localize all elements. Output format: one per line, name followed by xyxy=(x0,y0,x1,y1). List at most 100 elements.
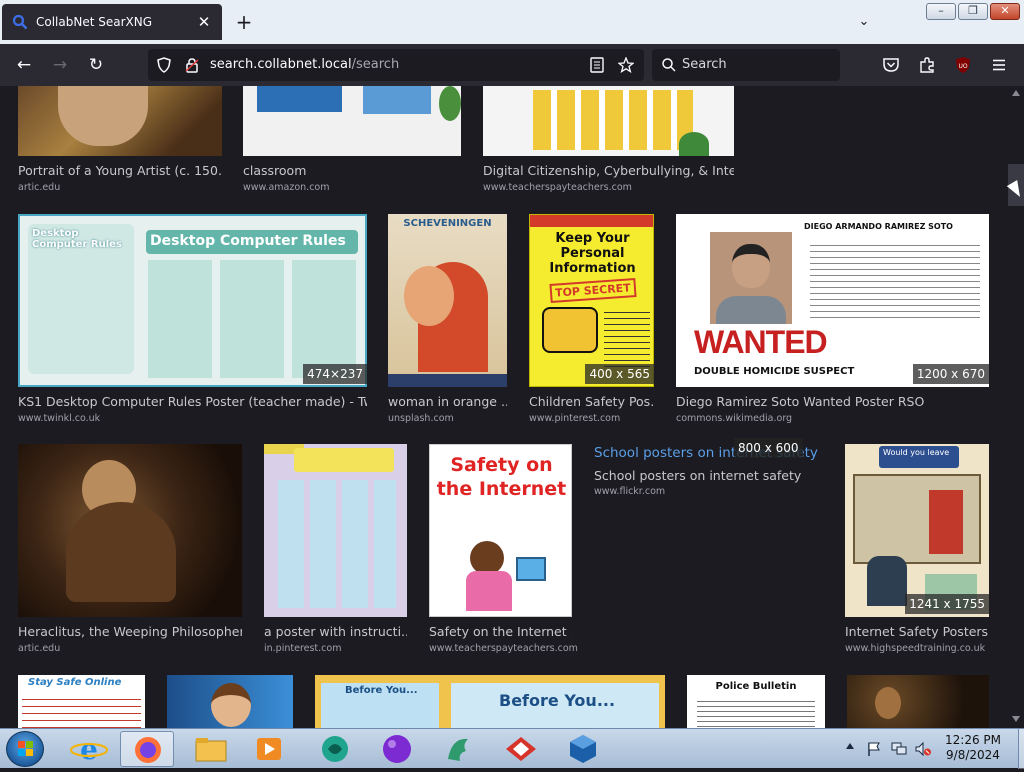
search-input[interactable]: Search xyxy=(652,49,840,81)
reload-icon[interactable]: ↻ xyxy=(84,53,108,77)
pocket-icon[interactable] xyxy=(882,56,900,74)
ublock-origin-icon[interactable]: UO xyxy=(954,56,972,74)
image-result[interactable] xyxy=(847,675,989,728)
url-text[interactable]: search.collabnet.local/search xyxy=(210,57,399,72)
scroll-down-arrow-icon[interactable] xyxy=(1012,716,1020,722)
maximize-button[interactable]: ❐ xyxy=(958,3,988,20)
result-thumbnail[interactable]: Police Bulletin xyxy=(687,675,825,728)
image-result[interactable]: SCHEVENINGEN woman in orange ... unsplas… xyxy=(388,214,507,426)
image-result[interactable]: Digital Citizenship, Cyberbullying, & In… xyxy=(483,86,734,196)
image-dimensions-badge: 800 x 600 xyxy=(734,438,803,458)
result-thumbnail[interactable]: Stay Safe Online xyxy=(18,675,145,728)
result-title[interactable]: School posters on internet safety xyxy=(594,468,814,483)
result-thumbnail[interactable] xyxy=(264,444,407,617)
result-title[interactable]: a poster with instructi... xyxy=(264,624,407,639)
image-result[interactable]: DIEGO ARMANDO RAMIREZ SOTO WANTED DOUBLE… xyxy=(676,214,989,426)
image-result[interactable]: Desktop Computer Rules Desktop Computer … xyxy=(18,214,367,426)
scroll-up-arrow-icon[interactable] xyxy=(1012,90,1020,96)
image-result[interactable]: Police Bulletin xyxy=(687,675,825,728)
image-result[interactable]: School posters on internet safety 800 x … xyxy=(594,438,818,656)
result-thumbnail[interactable]: Desktop Computer Rules Desktop Computer … xyxy=(18,214,367,387)
result-thumbnail[interactable]: Keep Your Personal Information TOP SECRE… xyxy=(529,214,654,387)
thumbnail-banner: Desktop Computer Rules xyxy=(150,233,346,249)
extensions-puzzle-icon[interactable] xyxy=(918,56,936,74)
internet-explorer-taskbar-button[interactable]: e xyxy=(62,731,116,767)
image-result[interactable]: Would you leave 1241 x 1755 Internet Saf… xyxy=(845,444,989,656)
svg-text:e: e xyxy=(80,733,98,766)
result-thumbnail[interactable] xyxy=(243,86,461,156)
result-title[interactable]: Diego Ramirez Soto Wanted Poster RSO xyxy=(676,394,989,409)
show-desktop-button[interactable] xyxy=(1018,729,1024,769)
window-close-button[interactable]: ✕ xyxy=(990,3,1020,20)
image-dimensions-badge: 474×237 xyxy=(303,364,367,384)
virtualbox-taskbar-button[interactable] xyxy=(556,731,610,767)
close-tab-icon[interactable]: ✕ xyxy=(192,13,216,31)
url-path: /search xyxy=(351,57,400,72)
insecure-lock-icon[interactable] xyxy=(184,57,200,73)
back-arrow-icon[interactable]: ← xyxy=(12,53,36,77)
image-results-grid: Portrait of a Young Artist (c. 150... ar… xyxy=(0,86,1008,728)
windows-taskbar: e 12:26 PM 9/8/2024 xyxy=(0,728,1024,769)
result-title[interactable]: Heraclitus, the Weeping Philosopher... xyxy=(18,624,242,639)
purple-app-taskbar-button[interactable] xyxy=(370,731,424,767)
result-title[interactable]: Portrait of a Young Artist (c. 150... xyxy=(18,163,222,178)
browser-tab[interactable]: CollabNet SearXNG ✕ xyxy=(2,4,222,40)
image-result[interactable]: Before You... Before You... xyxy=(315,675,665,728)
file-explorer-taskbar-button[interactable] xyxy=(184,731,238,767)
result-title[interactable]: woman in orange ... xyxy=(388,394,507,409)
file-explorer-icon xyxy=(195,738,227,762)
image-result[interactable]: Portrait of a Young Artist (c. 150... ar… xyxy=(18,86,222,196)
image-result[interactable]: Safety on the Internet Safety on the Int… xyxy=(429,444,578,656)
result-url: www.pinterest.com xyxy=(529,413,621,424)
result-title[interactable]: Digital Citizenship, Cyberbullying, & In… xyxy=(483,163,734,178)
image-result[interactable]: a poster with instructi... in.pinterest.… xyxy=(264,444,407,656)
action-center-flag-icon[interactable] xyxy=(866,741,882,757)
result-thumbnail[interactable]: Would you leave xyxy=(845,444,989,617)
show-hidden-icons-arrow-icon[interactable] xyxy=(846,743,854,749)
thumbnail-heading: Stay Safe Online xyxy=(28,677,122,688)
result-thumbnail[interactable]: Before You... Before You... xyxy=(315,675,665,728)
media-player-taskbar-button[interactable] xyxy=(242,731,296,767)
searxng-favicon-icon xyxy=(12,14,28,30)
firefox-taskbar-button[interactable] xyxy=(120,731,174,767)
result-title[interactable]: Safety on the Internet ... xyxy=(429,624,572,639)
new-tab-button[interactable]: + xyxy=(232,10,256,34)
minimize-button[interactable]: – xyxy=(926,3,956,20)
image-result[interactable]: Keep Your Personal Information TOP SECRE… xyxy=(529,214,654,426)
result-url: www.twinkl.co.uk xyxy=(18,413,101,424)
result-thumbnail[interactable] xyxy=(847,675,989,728)
result-title[interactable]: KS1 Desktop Computer Rules Poster (teach… xyxy=(18,394,367,409)
media-player-icon xyxy=(257,738,281,760)
result-title[interactable]: classroom xyxy=(243,163,461,178)
result-title[interactable]: Children Safety Pos... xyxy=(529,394,654,409)
list-all-tabs-chevron-icon[interactable]: ⌄ xyxy=(852,10,876,34)
forward-arrow-icon[interactable]: → xyxy=(48,53,72,77)
bookmark-star-icon[interactable] xyxy=(618,57,634,73)
result-url: www.teacherspayteachers.com xyxy=(483,182,632,193)
image-dimensions-badge: 1241 x 1755 xyxy=(905,594,989,614)
image-result[interactable]: Heraclitus, the Weeping Philosopher... a… xyxy=(18,444,242,656)
red-app-taskbar-button[interactable] xyxy=(494,731,548,767)
system-clock[interactable]: 12:26 PM 9/8/2024 xyxy=(928,733,1018,763)
reader-view-icon[interactable] xyxy=(590,57,604,73)
result-thumbnail[interactable]: Safety on the Internet xyxy=(429,444,572,617)
green-app-taskbar-button[interactable] xyxy=(308,731,362,767)
image-result[interactable]: classroom www.amazon.com xyxy=(243,86,461,196)
hamburger-menu-icon[interactable] xyxy=(990,56,1008,74)
result-thumbnail[interactable] xyxy=(483,86,734,156)
result-thumbnail[interactable]: SCHEVENINGEN xyxy=(388,214,507,387)
start-button[interactable] xyxy=(6,731,44,767)
result-thumbnail[interactable]: DIEGO ARMANDO RAMIREZ SOTO WANTED DOUBLE… xyxy=(676,214,989,387)
result-title[interactable]: Internet Safety Posters... xyxy=(845,624,989,639)
result-thumbnail[interactable] xyxy=(18,444,242,617)
url-bar[interactable]: search.collabnet.local/search xyxy=(148,49,644,81)
result-thumbnail[interactable] xyxy=(167,675,293,728)
result-thumbnail[interactable] xyxy=(18,86,222,156)
image-result[interactable] xyxy=(167,675,293,728)
tracking-protection-shield-icon[interactable] xyxy=(156,57,172,73)
app-green-icon xyxy=(322,736,348,762)
image-result[interactable]: Stay Safe Online xyxy=(18,675,145,728)
network-icon[interactable] xyxy=(890,741,908,757)
dragon-app-taskbar-button[interactable] xyxy=(432,731,486,767)
thumbnail-heading-small: Before You... xyxy=(345,685,418,696)
